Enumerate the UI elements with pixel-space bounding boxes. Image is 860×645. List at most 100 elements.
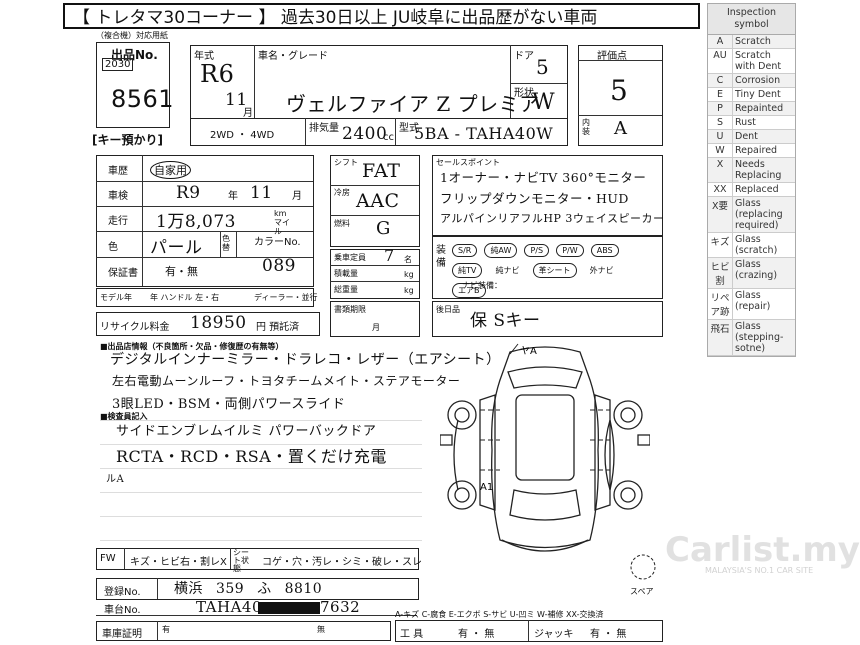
handle-label: 年 ハンドル 左・右 xyxy=(150,293,220,302)
chassis-tail: 7632 xyxy=(320,598,361,616)
key-label: [キー預かり] xyxy=(92,131,163,148)
recycle-unit: 円 預託済 xyxy=(256,322,300,333)
chassis-value: TAHA40- xyxy=(196,598,268,616)
legend-symbol: キズ xyxy=(708,233,733,257)
seats-label: 乗車定員 xyxy=(334,253,366,262)
legend-row: E Tiny Dent xyxy=(708,88,795,102)
legend-symbol: C xyxy=(708,74,733,87)
inspector-line-3: ルA xyxy=(106,474,125,485)
inspection-year-unit: 年 xyxy=(228,191,238,202)
diagram-label-a1: A1 xyxy=(480,482,493,493)
legend-meaning: Glass (crazing) xyxy=(735,259,778,281)
post-value: 保 Sキー xyxy=(470,311,541,331)
gross-unit: kg xyxy=(404,286,414,295)
history-label: 車歴 xyxy=(108,166,128,177)
inspector-line-2: RCTA・RCD・RSA・置くだけ充電 xyxy=(116,447,387,466)
legend-row: W Repaired xyxy=(708,144,795,158)
lot-prefix: 2030 xyxy=(102,58,134,71)
cert-yes: 有 xyxy=(162,625,170,634)
abbrev-legend: A-キズ C-腐食 E-エクボ S-サビ U-凹ミ W-補修 XX-交換済 xyxy=(395,610,604,619)
legend-title: Inspection symbol xyxy=(708,4,795,35)
legend-meaning: Corrosion xyxy=(735,75,781,86)
equip-options-row-1: S/R 純AW P/S P/W ABS xyxy=(452,238,657,258)
diagram-label-ya: ヤA xyxy=(520,346,537,357)
mileage-value: 1万8,073 xyxy=(156,212,236,232)
inspection-value: R9 xyxy=(176,183,201,203)
legend-symbol: リペア跡 xyxy=(708,289,733,319)
legend-meaning: Dent xyxy=(735,131,758,142)
post-items-box xyxy=(432,301,663,337)
ac-label: 冷房 xyxy=(334,188,350,197)
legend-meaning: Glass (replacing required) xyxy=(735,198,783,231)
drive-label: 2WD ・ 4WD xyxy=(210,130,275,141)
legend-meaning: Scratch with Dent xyxy=(735,50,782,72)
body-value: W xyxy=(532,90,556,115)
history-value-wrap: 自家用 xyxy=(150,161,191,179)
equip-leather: 革シート xyxy=(532,263,577,278)
legend-row: AU Scratch with Dent xyxy=(708,49,795,74)
legend-meaning: Glass (scratch) xyxy=(735,234,778,256)
carlist-watermark: Carlist.my xyxy=(665,530,860,570)
legend-symbol: S xyxy=(708,116,733,129)
equip-pw: P/W xyxy=(556,244,584,257)
legend-row: P Repainted xyxy=(708,102,795,116)
legend-symbol: U xyxy=(708,130,733,143)
dealer-label: ディーラー・並行 xyxy=(254,293,318,302)
points-line-1: 1オーナー・ナビTV 360°モニター xyxy=(440,170,647,185)
inspection-label: 車検 xyxy=(108,191,128,202)
spare-label: スペア xyxy=(630,587,654,596)
mileage-unit: km マイル xyxy=(274,209,290,236)
sheet-header-title: 【 トレタマ30コーナー 】 過去30日以上 JU岐阜に出品歴がない車両 xyxy=(63,3,700,29)
seats-unit: 名 xyxy=(404,255,412,264)
legend-symbol: X xyxy=(708,158,733,182)
doors-value: 5 xyxy=(536,55,550,79)
reg-value: 横浜 359 ふ 8810 xyxy=(174,581,323,597)
cc-unit: cc xyxy=(383,132,394,143)
chassis-redaction xyxy=(258,602,320,614)
legend-row: U Dent xyxy=(708,130,795,144)
legend-meaning: Scratch xyxy=(735,36,771,47)
shift-value: FAT xyxy=(362,160,401,182)
inspection-month: 11 xyxy=(250,183,273,203)
body-label: 形状 xyxy=(514,88,534,99)
legend-row: X Needs Replacing xyxy=(708,158,795,183)
score-value: 5 xyxy=(610,74,629,107)
color-value: パール xyxy=(150,238,203,258)
equip-options-row-2: 純TV 純ナビ 革シート 外ナビ エアB xyxy=(452,258,657,298)
equip-sr: S/R xyxy=(452,244,478,257)
fuel-label: 燃料 xyxy=(334,219,350,228)
score-label: 評価点 xyxy=(597,51,627,62)
shift-label: シフト xyxy=(334,158,358,167)
legend-meaning: Repaired xyxy=(735,145,778,156)
cert-label: 車庫証明 xyxy=(102,629,142,640)
legend-meaning: Needs Replacing xyxy=(735,159,782,181)
legend-symbol: W xyxy=(708,144,733,157)
model-year-label: モデル年 xyxy=(100,293,132,302)
interior-label: 内装 xyxy=(582,118,590,136)
tools-label: 工 具 xyxy=(400,629,424,640)
notes-line-3: 3眼LED・BSM・両側パワースライド xyxy=(112,397,346,412)
equip-navi: 純ナビ xyxy=(495,266,520,275)
warranty-value: 有・無 xyxy=(165,265,198,278)
cert-no: 無 xyxy=(317,625,325,634)
seat-label: シート状態 xyxy=(233,548,249,573)
warranty-label: 保証書 xyxy=(108,268,138,279)
doors-label: ドア xyxy=(514,51,534,62)
legend-row: 飛石 Glass (stepping-sotne) xyxy=(708,320,795,356)
recycle-label: リサイクル料金 xyxy=(100,322,170,333)
legend-rows: A Scratch AU Scratch with Dent C Corrosion E Ti… xyxy=(708,35,795,356)
jack-label: ジャッキ xyxy=(534,629,574,640)
jack-value: 有 ・ 無 xyxy=(590,629,627,640)
seats-value: 7 xyxy=(384,246,395,265)
legend-row: キズ Glass (scratch) xyxy=(708,233,795,258)
legend-meaning: Replaced xyxy=(735,184,779,195)
equip-abs: ABS xyxy=(590,244,619,257)
points-line-3: アルパインリアフルHP 3ウェイスピーカー xyxy=(440,212,665,225)
model-value: 5BA - TAHA40W xyxy=(414,124,554,143)
history-value: 自家用 xyxy=(150,161,191,179)
legend-row: X要 Glass (replacing required) xyxy=(708,197,795,233)
name-value: ヴェルファイア Z プレミア xyxy=(286,92,540,116)
legend-symbol: ヒビ割 xyxy=(708,258,733,288)
legend-meaning: Rust xyxy=(735,117,756,128)
color-no-value: 089 xyxy=(262,256,296,276)
